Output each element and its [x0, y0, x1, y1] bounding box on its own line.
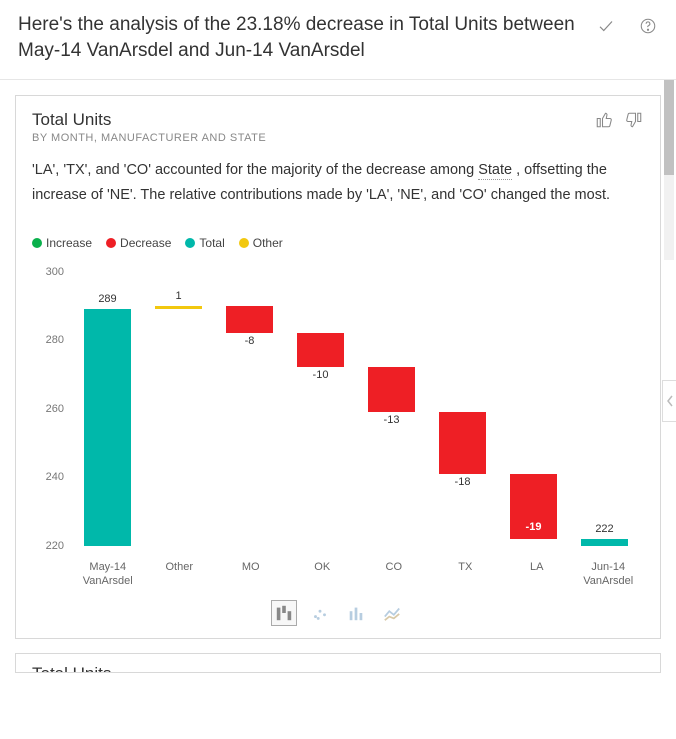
x-tick: OK [287, 560, 359, 589]
chart-bar [439, 412, 485, 474]
help-icon[interactable] [638, 16, 658, 36]
card-header: Total Units BY MONTH, MANUFACTURER AND S… [32, 110, 644, 144]
chart-bar [581, 539, 627, 546]
x-tick: MO [215, 560, 287, 589]
bar-label: -8 [214, 335, 285, 347]
scrollbar-thumb[interactable] [664, 80, 674, 175]
column-chart-button[interactable] [343, 600, 369, 626]
content-area: Total Units BY MONTH, MANUFACTURER AND S… [0, 80, 676, 673]
dot-icon [32, 238, 42, 248]
bar-label: 222 [569, 523, 640, 535]
chart-bar [297, 333, 343, 367]
legend-label: Total [199, 236, 224, 250]
dot-icon [185, 238, 195, 248]
explain-text-pre: 'LA', 'TX', and 'CO' accounted for the m… [32, 162, 478, 178]
x-tick: May-14VanArsdel [72, 560, 144, 589]
card-titles: Total Units BY MONTH, MANUFACTURER AND S… [32, 110, 266, 144]
y-axis: 220240260280300 [32, 272, 68, 546]
state-link[interactable]: State [478, 162, 512, 180]
bar-label: 289 [72, 293, 143, 305]
legend-other: Other [239, 236, 283, 250]
ribbon-chart-button[interactable] [379, 600, 405, 626]
dot-icon [239, 238, 249, 248]
header-actions [596, 12, 658, 36]
y-tick: 280 [46, 334, 64, 346]
chart-type-switcher [32, 600, 644, 626]
bar-label: -19 [498, 521, 569, 533]
bar-label: -10 [285, 369, 356, 381]
feedback-actions [594, 110, 644, 130]
y-tick: 240 [46, 471, 64, 483]
x-axis: May-14VanArsdelOtherMOOKCOTXLAJun-14VanA… [32, 560, 644, 589]
dot-icon [106, 238, 116, 248]
legend-increase: Increase [32, 236, 92, 250]
insight-explanation: 'LA', 'TX', and 'CO' accounted for the m… [32, 158, 644, 207]
chart-legend: Increase Decrease Total Other [32, 236, 644, 250]
waterfall-chart-button[interactable] [271, 600, 297, 626]
next-insight-card: Total Units [15, 653, 661, 673]
y-tick: 300 [46, 266, 64, 278]
thumbs-up-icon[interactable] [594, 110, 614, 130]
x-tick: Other [144, 560, 216, 589]
expand-panel-icon[interactable] [662, 380, 676, 422]
x-tick: CO [358, 560, 430, 589]
card2-title: Total Units [32, 664, 111, 673]
x-tick: LA [501, 560, 573, 589]
x-tick: Jun-14VanArsdel [573, 560, 645, 589]
chart-bar [226, 306, 272, 333]
bar-label: -13 [356, 414, 427, 426]
analysis-header: Here's the analysis of the 23.18% decrea… [0, 0, 676, 80]
legend-decrease: Decrease [106, 236, 171, 250]
legend-total: Total [185, 236, 224, 250]
chart-bar [155, 306, 201, 309]
legend-label: Decrease [120, 236, 171, 250]
thumbs-down-icon[interactable] [624, 110, 644, 130]
card-title: Total Units [32, 110, 266, 130]
waterfall-chart: 220 240 260 280 300 2891 -8 -10 -13 -18 -19222 [32, 258, 644, 558]
scatter-chart-button[interactable] [307, 600, 333, 626]
analysis-title: Here's the analysis of the 23.18% decrea… [18, 12, 596, 63]
legend-label: Increase [46, 236, 92, 250]
plot-area: 2891 -8 -10 -13 -18 -19222 [72, 272, 640, 546]
legend-label: Other [253, 236, 283, 250]
card-subtitle: BY MONTH, MANUFACTURER AND STATE [32, 132, 266, 144]
y-tick: 220 [46, 540, 64, 552]
x-tick: TX [430, 560, 502, 589]
insight-card: Total Units BY MONTH, MANUFACTURER AND S… [15, 95, 661, 639]
bar-label: 1 [143, 290, 214, 302]
check-icon[interactable] [596, 16, 616, 36]
chart-bar [84, 309, 130, 545]
y-tick: 260 [46, 403, 64, 415]
bar-label: -18 [427, 476, 498, 488]
chart-bar [368, 367, 414, 412]
